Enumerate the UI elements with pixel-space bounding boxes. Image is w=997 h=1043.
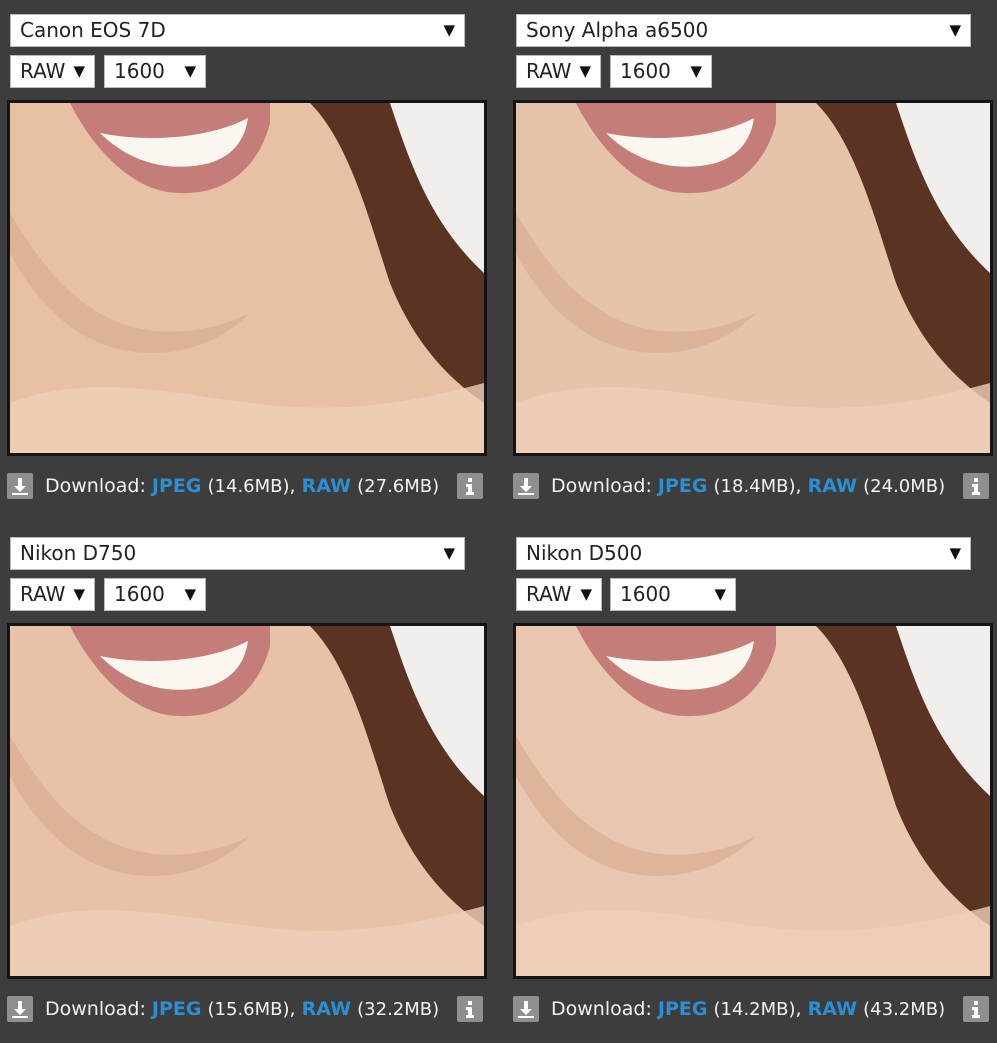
raw-download-link[interactable]: RAW <box>302 475 351 497</box>
sample-photo[interactable] <box>7 623 487 979</box>
raw-download-link[interactable]: RAW <box>808 475 857 497</box>
chevron-down-icon: ▼ <box>714 585 726 603</box>
chevron-down-icon: ▼ <box>73 585 85 603</box>
camera-select-value: Nikon D750 <box>20 541 137 565</box>
sample-photo[interactable] <box>513 100 993 456</box>
jpeg-download-link[interactable]: JPEG <box>152 475 202 497</box>
jpeg-size: (15.6MB) <box>207 999 290 1020</box>
download-row: Download: JPEG (15.6MB), RAW (32.2MB) <box>7 993 487 1025</box>
chevron-down-icon: ▼ <box>443 544 455 562</box>
download-text: Download: JPEG (14.6MB), RAW (27.6MB) <box>45 475 440 497</box>
chevron-down-icon: ▼ <box>443 21 455 39</box>
download-text: Download: JPEG (18.4MB), RAW (24.0MB) <box>551 475 946 497</box>
format-select-value: RAW <box>526 582 572 606</box>
iso-select-value: 1600 <box>114 582 165 606</box>
download-icon[interactable] <box>7 996 33 1022</box>
raw-size: (43.2MB) <box>863 999 946 1020</box>
download-row: Download: JPEG (14.6MB), RAW (27.6MB) <box>7 470 487 502</box>
camera-select[interactable]: Sony Alpha a6500 ▼ <box>516 14 971 47</box>
download-icon[interactable] <box>513 473 539 499</box>
iso-select-value: 1600 <box>620 59 671 83</box>
iso-select-value: 1600 <box>114 59 165 83</box>
download-label: Download: <box>551 475 652 497</box>
chevron-down-icon: ▼ <box>690 62 702 80</box>
format-select-value: RAW <box>20 59 66 83</box>
info-icon[interactable] <box>963 473 989 499</box>
raw-size: (24.0MB) <box>863 476 946 497</box>
info-icon[interactable] <box>457 996 483 1022</box>
jpeg-download-link[interactable]: JPEG <box>658 998 708 1020</box>
download-row: Download: JPEG (18.4MB), RAW (24.0MB) <box>513 470 993 502</box>
camera-panel-1: Canon EOS 7D ▼ RAW ▼ 1600 ▼ Download: JPEG … <box>7 0 487 520</box>
download-label: Download: <box>45 475 146 497</box>
camera-select[interactable]: Canon EOS 7D ▼ <box>10 14 465 47</box>
iso-select-value: 1600 <box>620 582 671 606</box>
camera-select-value: Nikon D500 <box>526 541 643 565</box>
chevron-down-icon: ▼ <box>579 62 591 80</box>
format-select-value: RAW <box>20 582 66 606</box>
camera-select-value: Sony Alpha a6500 <box>526 18 709 42</box>
format-select[interactable]: RAW ▼ <box>516 55 601 88</box>
raw-size: (27.6MB) <box>357 476 440 497</box>
sample-photo[interactable] <box>513 623 993 979</box>
camera-select-value: Canon EOS 7D <box>20 18 166 42</box>
raw-size: (32.2MB) <box>357 999 440 1020</box>
camera-panel-2: Sony Alpha a6500 ▼ RAW ▼ 1600 ▼ Download: J… <box>513 0 993 520</box>
iso-select[interactable]: 1600 ▼ <box>104 55 206 88</box>
chevron-down-icon: ▼ <box>184 585 196 603</box>
camera-panel-3: Nikon D750 ▼ RAW ▼ 1600 ▼ Download: JPEG (1… <box>7 523 487 1043</box>
raw-download-link[interactable]: RAW <box>808 998 857 1020</box>
chevron-down-icon: ▼ <box>949 21 961 39</box>
format-select[interactable]: RAW ▼ <box>516 578 602 611</box>
camera-select[interactable]: Nikon D500 ▼ <box>516 537 971 570</box>
iso-select[interactable]: 1600 ▼ <box>104 578 206 611</box>
sample-photo[interactable] <box>7 100 487 456</box>
chevron-down-icon: ▼ <box>184 62 196 80</box>
download-icon[interactable] <box>7 473 33 499</box>
chevron-down-icon: ▼ <box>949 544 961 562</box>
jpeg-size: (14.6MB) <box>207 476 290 497</box>
camera-select[interactable]: Nikon D750 ▼ <box>10 537 465 570</box>
download-row: Download: JPEG (14.2MB), RAW (43.2MB) <box>513 993 993 1025</box>
chevron-down-icon: ▼ <box>580 585 592 603</box>
camera-panel-4: Nikon D500 ▼ RAW ▼ 1600 ▼ Download: JPEG (1… <box>513 523 993 1043</box>
jpeg-download-link[interactable]: JPEG <box>658 475 708 497</box>
chevron-down-icon: ▼ <box>73 62 85 80</box>
format-select-value: RAW <box>526 59 572 83</box>
iso-select[interactable]: 1600 ▼ <box>610 578 736 611</box>
iso-select[interactable]: 1600 ▼ <box>610 55 712 88</box>
download-text: Download: JPEG (14.2MB), RAW (43.2MB) <box>551 998 946 1020</box>
raw-download-link[interactable]: RAW <box>302 998 351 1020</box>
jpeg-size: (18.4MB) <box>713 476 796 497</box>
jpeg-download-link[interactable]: JPEG <box>152 998 202 1020</box>
format-select[interactable]: RAW ▼ <box>10 55 95 88</box>
download-icon[interactable] <box>513 996 539 1022</box>
info-icon[interactable] <box>457 473 483 499</box>
download-label: Download: <box>551 998 652 1020</box>
format-select[interactable]: RAW ▼ <box>10 578 95 611</box>
download-label: Download: <box>45 998 146 1020</box>
info-icon[interactable] <box>963 996 989 1022</box>
jpeg-size: (14.2MB) <box>713 999 796 1020</box>
download-text: Download: JPEG (15.6MB), RAW (32.2MB) <box>45 998 440 1020</box>
